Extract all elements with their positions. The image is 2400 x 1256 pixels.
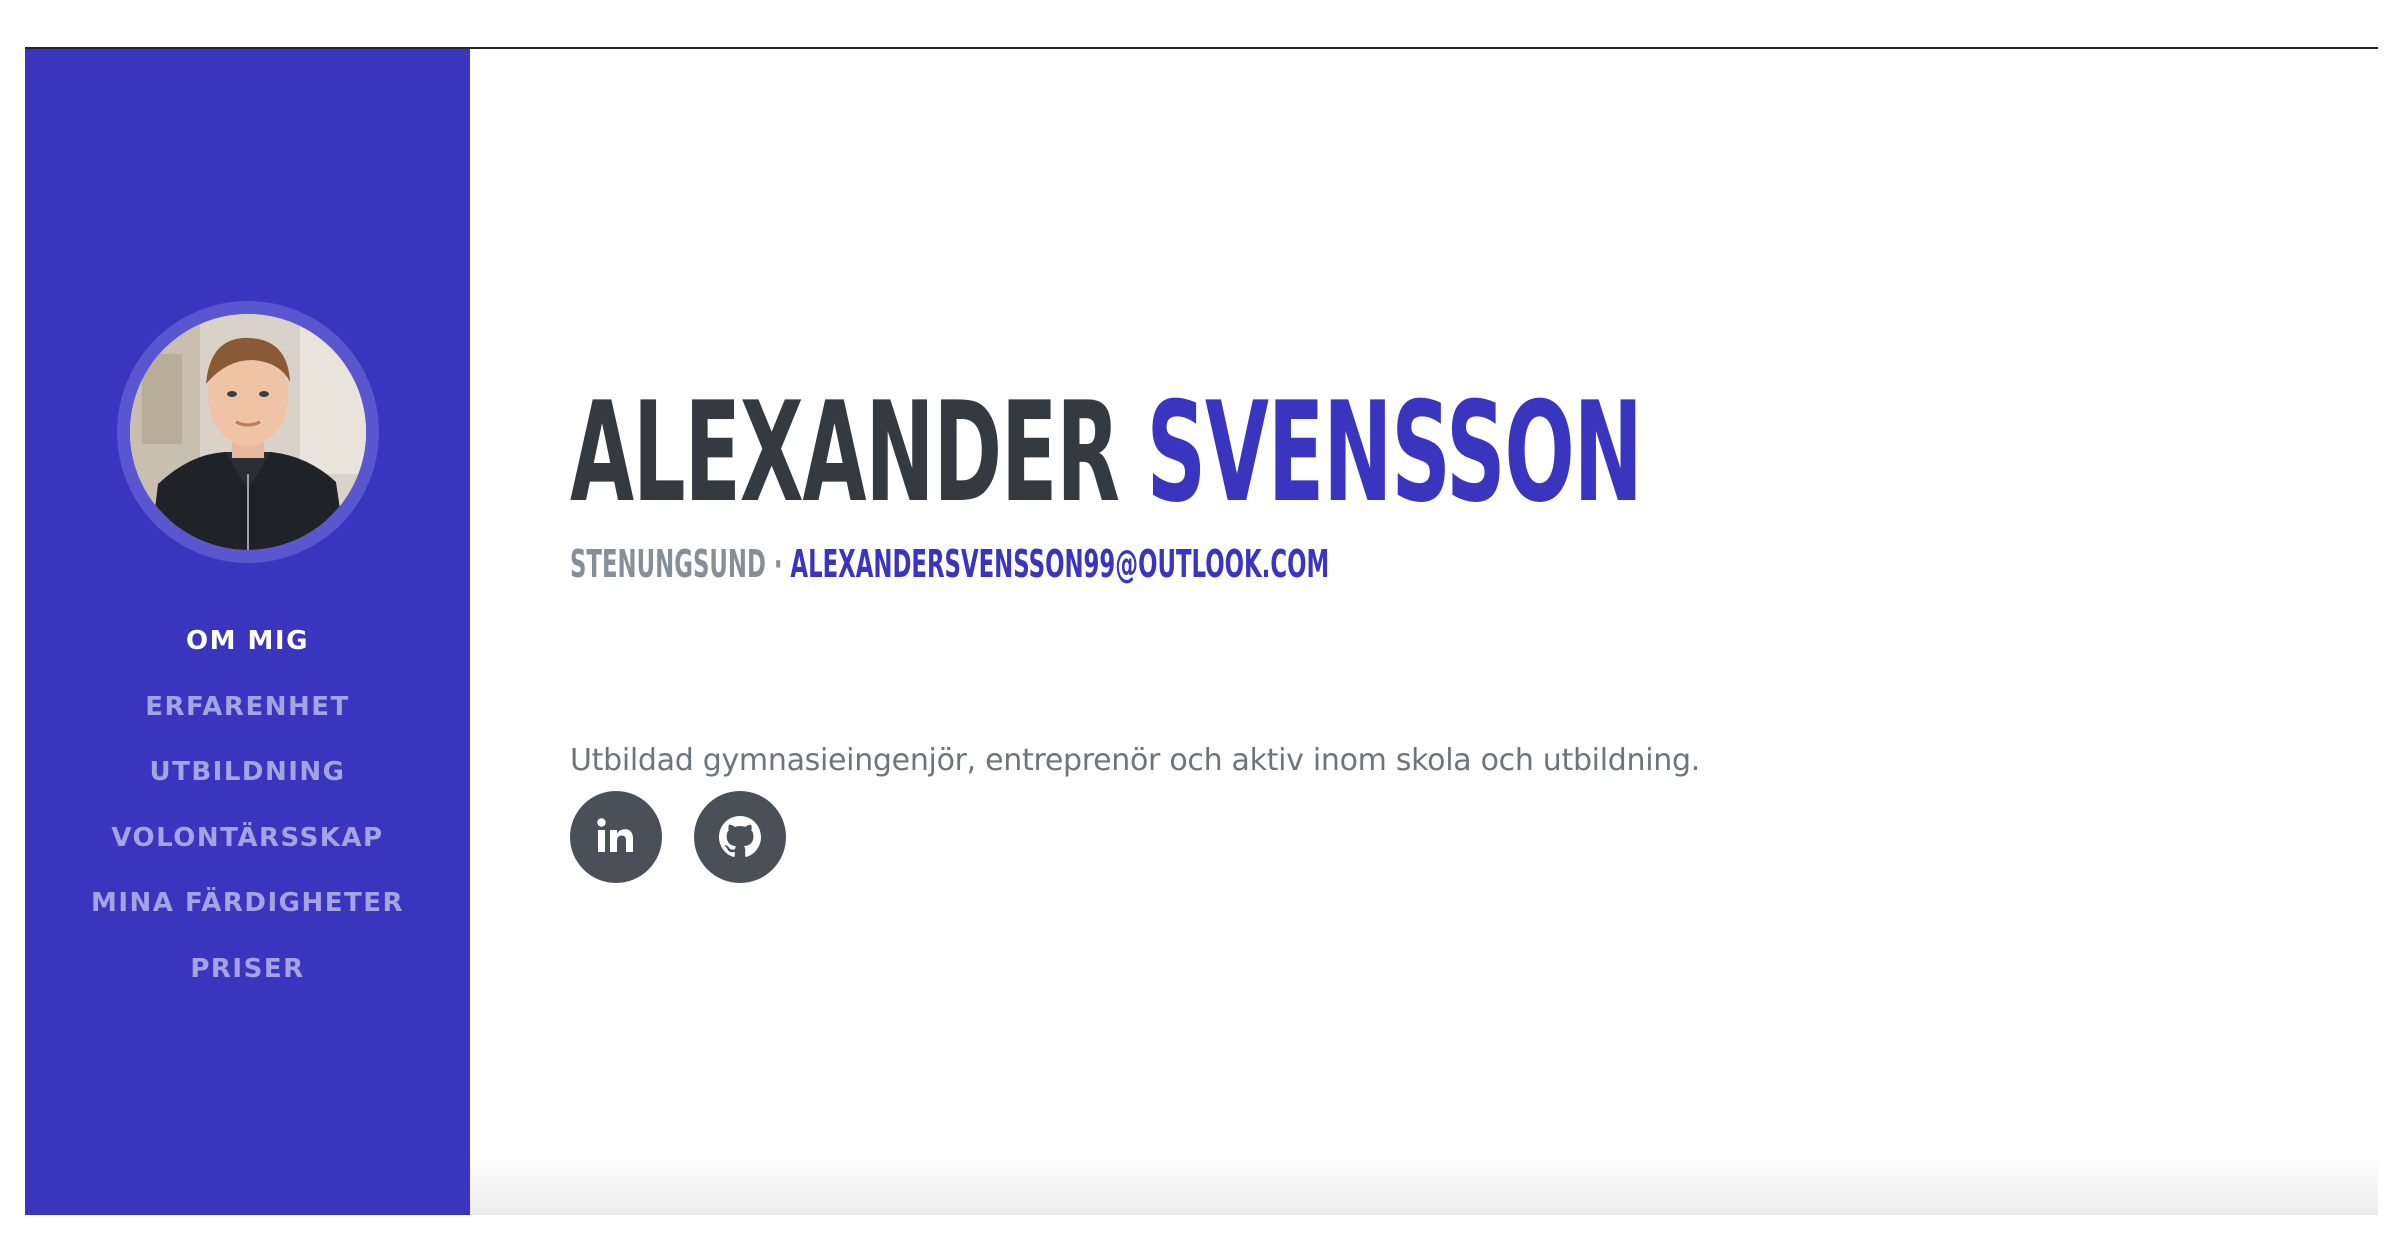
browser-viewport: OM MIG ERFARENHET UTBILDNING VOLONTÄRSSK… xyxy=(25,47,2378,1215)
separator-text: · xyxy=(765,542,791,586)
avatar-frame xyxy=(117,301,379,563)
sidebar-item-priser[interactable]: PRISER xyxy=(25,937,470,1003)
lead-text: Utbildad gymnasieingenjör, entreprenör o… xyxy=(570,743,1700,778)
github-button[interactable] xyxy=(694,791,786,883)
sidebar-item-mina-fardigheter[interactable]: MINA FÄRDIGHETER xyxy=(25,871,470,937)
email-link[interactable]: ALEXANDERSVENSSON99@OUTLOOK.COM xyxy=(790,542,1329,586)
profile-photo xyxy=(130,314,366,550)
sidebar-item-volontarsskap[interactable]: VOLONTÄRSSKAP xyxy=(25,806,470,872)
subheading: STENUNGSUND · ALEXANDERSVENSSON99@OUTLOO… xyxy=(570,542,1329,586)
sidebar-item-utbildning[interactable]: UTBILDNING xyxy=(25,740,470,806)
sidebar-item-om-mig[interactable]: OM MIG xyxy=(25,609,470,675)
github-icon xyxy=(719,816,761,857)
location-text: STENUNGSUND xyxy=(570,542,766,586)
sidebar: OM MIG ERFARENHET UTBILDNING VOLONTÄRSSK… xyxy=(25,49,470,1215)
sidebar-nav: OM MIG ERFARENHET UTBILDNING VOLONTÄRSSK… xyxy=(25,609,470,1002)
sidebar-item-erfarenhet[interactable]: ERFARENHET xyxy=(25,675,470,741)
last-name: SVENSSON xyxy=(1146,372,1642,533)
first-name: ALEXANDER xyxy=(570,372,1120,533)
linkedin-icon xyxy=(597,818,633,852)
main-content: ALEXANDER SVENSSON STENUNGSUND · ALEXAND… xyxy=(470,49,2378,1215)
avatar xyxy=(130,314,366,550)
linkedin-button[interactable] xyxy=(570,791,662,883)
page-title: ALEXANDER SVENSSON xyxy=(570,384,1643,522)
